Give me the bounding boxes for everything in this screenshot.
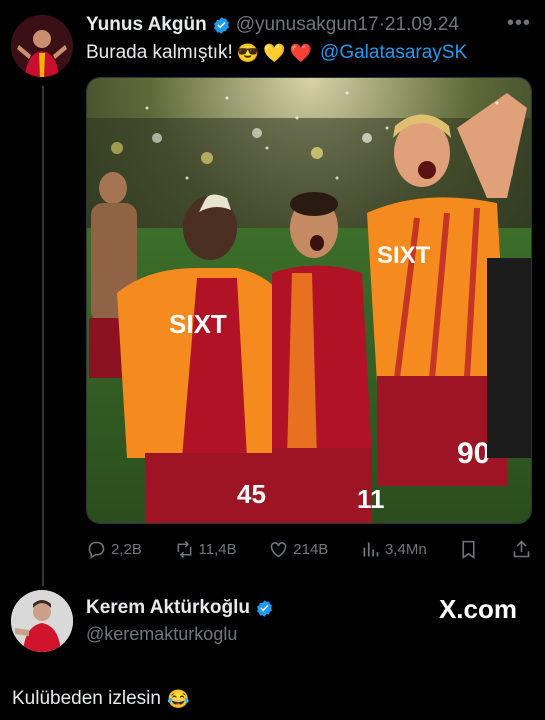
views-chart-icon	[363, 542, 379, 556]
svg-text:SIXT: SIXT	[377, 242, 431, 269]
avatar[interactable]	[11, 590, 73, 652]
avatar[interactable]	[11, 15, 73, 77]
x-logo-watermark: X.com	[439, 594, 517, 625]
verified-badge-icon	[212, 16, 231, 35]
bookmark-button[interactable]	[458, 539, 479, 560]
retweet-count: 11,4B	[198, 540, 237, 558]
author-name[interactable]: Yunus Akgün	[86, 14, 207, 36]
jersey-number-11: 11	[357, 484, 385, 514]
tweet-header: Yunus Akgün @yunusakgun17 · 21.09.24	[86, 13, 459, 37]
like-button[interactable]: 214B	[268, 539, 328, 560]
more-options-icon[interactable]: •••	[507, 12, 531, 35]
retweet-icon	[177, 540, 191, 558]
like-count: 214B	[293, 540, 329, 558]
red-heart-emoji: ❤️	[289, 43, 313, 63]
reply-author-name[interactable]: Kerem Aktürkoğlu	[86, 597, 250, 619]
tweet-date[interactable]: 21.09.24	[385, 14, 459, 36]
reply-button[interactable]: 2,2B	[86, 539, 142, 560]
heart-icon	[270, 541, 287, 557]
sunglasses-emoji: 😎	[236, 43, 260, 63]
jersey-number-45: 45	[237, 479, 266, 509]
reply-count: 2,2B	[111, 540, 142, 558]
views-button[interactable]: 3,4Mn	[360, 539, 427, 560]
tweet-photo[interactable]: 34 SIXT 45 11 SIXT 90	[86, 77, 532, 524]
reply-text: Kulübeden izlesin 😂	[12, 688, 189, 710]
tweet-body: Burada kalmıştık!	[86, 42, 233, 63]
share-button[interactable]	[511, 539, 532, 560]
verified-badge-icon	[255, 599, 274, 618]
tweet-actions-bar: 2,2B 11,4B 214B 3,4Mn	[86, 536, 532, 562]
yellow-heart-emoji: 💛	[263, 43, 286, 63]
jersey-number-90: 90	[457, 437, 490, 470]
retweet-button[interactable]: 11,4B	[174, 539, 237, 560]
author-handle[interactable]: @yunusakgun17	[236, 14, 379, 36]
reply-author-handle[interactable]: @keremakturkoglu	[86, 624, 237, 645]
sponsor-logo: SIXT	[169, 309, 227, 339]
mention-link[interactable]: @GalatasaraySK	[320, 42, 467, 64]
reply-body: Kulübeden izlesin	[12, 688, 161, 709]
thread-connector-line	[42, 86, 44, 586]
laughing-emoji: 😂	[166, 689, 190, 709]
share-icon	[513, 540, 530, 557]
reply-header: Kerem Aktürkoğlu	[86, 597, 279, 619]
views-count: 3,4Mn	[384, 540, 427, 558]
reply-icon	[88, 541, 105, 559]
tweet-text: Burada kalmıştık! 😎 💛 ❤️ @GalatasaraySK	[86, 42, 467, 64]
watermark-text: X.com	[438, 594, 517, 624]
bookmark-icon	[462, 540, 475, 559]
